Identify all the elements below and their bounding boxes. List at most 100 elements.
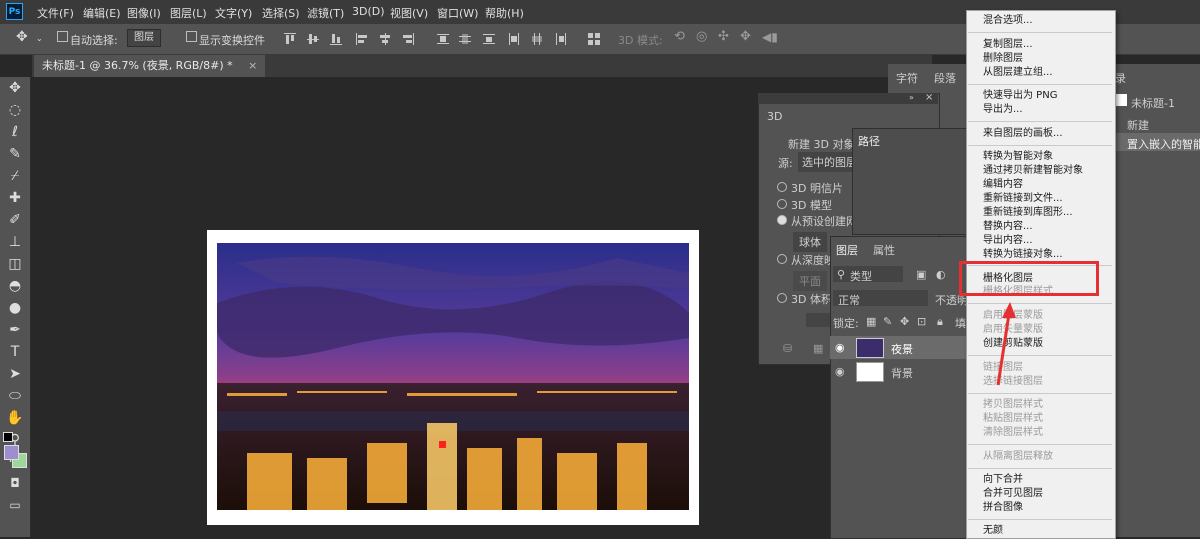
align-left-icon[interactable] (356, 33, 368, 45)
tab-3d[interactable]: 3D (767, 110, 782, 123)
layer-name[interactable]: 夜景 (891, 341, 913, 357)
distribute-bottom-icon[interactable] (483, 33, 495, 45)
eye-icon[interactable]: ◉ (835, 365, 845, 378)
menu-item-clear-layer-style[interactable]: 清除图层样式 (983, 426, 1043, 439)
collapse-icon[interactable]: » (909, 93, 914, 102)
menu-item-artboard-from-layers[interactable]: 来自图层的画板... (983, 127, 1063, 140)
menu-window[interactable]: 窗口(W) (437, 5, 478, 21)
lock-all-icon[interactable]: 🔒︎ (937, 315, 943, 329)
foreground-color-swatch[interactable] (4, 445, 19, 460)
tab-layers[interactable]: 图层 (836, 242, 858, 258)
lasso-icon[interactable]: ℓ (5, 123, 25, 141)
align-bottom-icon[interactable] (330, 33, 342, 45)
close-icon[interactable]: × (925, 92, 933, 103)
align-hcenter-icon[interactable] (379, 33, 391, 45)
radio-3d-volume[interactable] (777, 293, 787, 303)
menu-item-new-smart-object-via-copy[interactable]: 通过拷贝新建智能对象 (983, 164, 1083, 177)
menu-item-edit-contents[interactable]: 编辑内容 (983, 178, 1023, 191)
paint-bucket-icon[interactable]: ◓ (5, 277, 25, 295)
preset-dropdown[interactable]: 球体 (793, 232, 827, 252)
align-right-icon[interactable] (402, 33, 414, 45)
radio-3d-model[interactable] (777, 199, 787, 209)
distribute-left-icon[interactable] (508, 33, 520, 45)
menu-file[interactable]: 文件(F) (37, 5, 74, 21)
menu-item-merge-down[interactable]: 向下合并 (983, 473, 1023, 486)
dodge-icon[interactable]: ● (5, 299, 25, 317)
menu-item-relink-library[interactable]: 重新链接到库图形... (983, 206, 1073, 219)
align-top-icon[interactable] (284, 33, 296, 45)
eye-icon[interactable]: ◉ (835, 341, 845, 354)
tab-character[interactable]: 字符 (896, 70, 918, 86)
path-select-icon[interactable]: ➤ (5, 365, 25, 383)
menu-item-release-isolation[interactable]: 从隔离图层释放 (983, 450, 1053, 463)
menu-select[interactable]: 选择(S) (262, 5, 300, 21)
menu-item-duplicate-layer[interactable]: 复制图层... (983, 38, 1033, 51)
3d-roll-icon[interactable]: ◎ (696, 29, 707, 44)
filter-pixel-icon[interactable]: ▣ (916, 268, 926, 281)
menu-item-convert-linked[interactable]: 转换为链接对象... (983, 248, 1063, 261)
menu-help[interactable]: 帮助(H) (485, 5, 524, 21)
screen-mode-icon[interactable]: ▭ (5, 496, 25, 514)
tab-properties[interactable]: 属性 (873, 242, 895, 258)
menu-filter[interactable]: 滤镜(T) (307, 5, 344, 21)
menu-item-no-color[interactable]: 无颜 (983, 524, 1003, 537)
menu-item-export-contents[interactable]: 导出内容... (983, 234, 1033, 247)
brush-icon[interactable]: ✐ (5, 211, 25, 229)
quick-select-icon[interactable]: ✎ (5, 145, 25, 163)
stamp-icon[interactable]: ⊥ (5, 233, 25, 251)
photoshop-logo[interactable]: Ps (6, 3, 23, 20)
menu-item-group-from-layers[interactable]: 从图层建立组... (983, 66, 1053, 79)
menu-3d[interactable]: 3D(D) (352, 5, 385, 18)
healing-brush-icon[interactable]: ✚ (5, 189, 25, 207)
lock-transparent-icon[interactable]: ▦ (866, 315, 876, 328)
radio-3d-postcard[interactable] (777, 182, 787, 192)
3d-orbit-icon[interactable]: ⟲ (674, 29, 685, 44)
lock-artboard-icon[interactable]: ⊡ (917, 315, 926, 328)
radio-from-depth[interactable] (777, 254, 787, 264)
menu-item-convert-smart-object[interactable]: 转换为智能对象 (983, 150, 1053, 163)
tab-paragraph[interactable]: 段落 (934, 70, 956, 86)
hand-icon[interactable]: ✋ (5, 409, 25, 427)
lock-pixels-icon[interactable]: ✎ (883, 315, 892, 328)
menu-edit[interactable]: 编辑(E) (83, 5, 121, 21)
menu-item-replace-contents[interactable]: 替换内容... (983, 220, 1033, 233)
tab-paths[interactable]: 路径 (858, 133, 880, 149)
document-tab[interactable]: 未标题-1 @ 36.7% (夜景, RGB/8#) * × (34, 55, 266, 77)
3d-pan-icon[interactable]: ✣ (718, 29, 729, 44)
auto-select-dropdown[interactable]: 图层 (127, 29, 161, 47)
eraser-icon[interactable]: ◫ (5, 255, 25, 273)
3d-scale-icon[interactable]: ◀▮ (762, 30, 778, 44)
menu-layer[interactable]: 图层(L) (170, 5, 207, 21)
3d-mesh-icon[interactable]: ▦ (813, 342, 823, 355)
source-dropdown[interactable]: 选中的图层 (798, 152, 852, 172)
menu-image[interactable]: 图像(I) (127, 5, 161, 21)
distribute-right-icon[interactable] (555, 33, 567, 45)
move-icon[interactable]: ✥ (5, 79, 25, 97)
menu-item-blending-options[interactable]: 混合选项... (983, 14, 1033, 27)
tab-history[interactable]: 录 (1115, 70, 1126, 86)
layer-name[interactable]: 背景 (891, 365, 913, 381)
menu-item-relink-file[interactable]: 重新链接到文件... (983, 192, 1063, 205)
eyedropper-icon[interactable]: ⌿ (5, 167, 25, 185)
auto-align-icon[interactable] (588, 33, 600, 45)
show-transform-checkbox[interactable] (186, 31, 197, 42)
align-vcenter-icon[interactable] (307, 33, 319, 45)
create-button[interactable] (806, 313, 830, 327)
distribute-top-icon[interactable] (437, 33, 449, 45)
menu-item-flatten-image[interactable]: 拼合图像 (983, 501, 1023, 514)
history-step-new[interactable]: 新建 (1127, 117, 1149, 133)
marquee-icon[interactable]: ◌ (5, 101, 25, 119)
auto-select-checkbox[interactable] (57, 31, 68, 42)
default-colors-icon[interactable] (3, 432, 13, 442)
move-tool-icon[interactable]: ✥ (16, 29, 28, 45)
menu-item-delete-layer[interactable]: 删除图层 (983, 52, 1023, 65)
distribute-vcenter-icon[interactable] (459, 33, 471, 45)
radio-from-preset[interactable] (777, 215, 787, 225)
menu-item-export-as[interactable]: 导出为... (983, 103, 1023, 116)
3d-scene-icon[interactable]: ⛁ (783, 342, 792, 355)
type-icon[interactable]: T (5, 343, 25, 361)
ellipse-icon[interactable]: ⬭ (5, 387, 25, 405)
menu-item-merge-visible[interactable]: 合并可见图层 (983, 487, 1043, 500)
history-doc-name[interactable]: 未标题-1 (1131, 95, 1175, 111)
menu-item-copy-layer-style[interactable]: 拷贝图层样式 (983, 398, 1043, 411)
